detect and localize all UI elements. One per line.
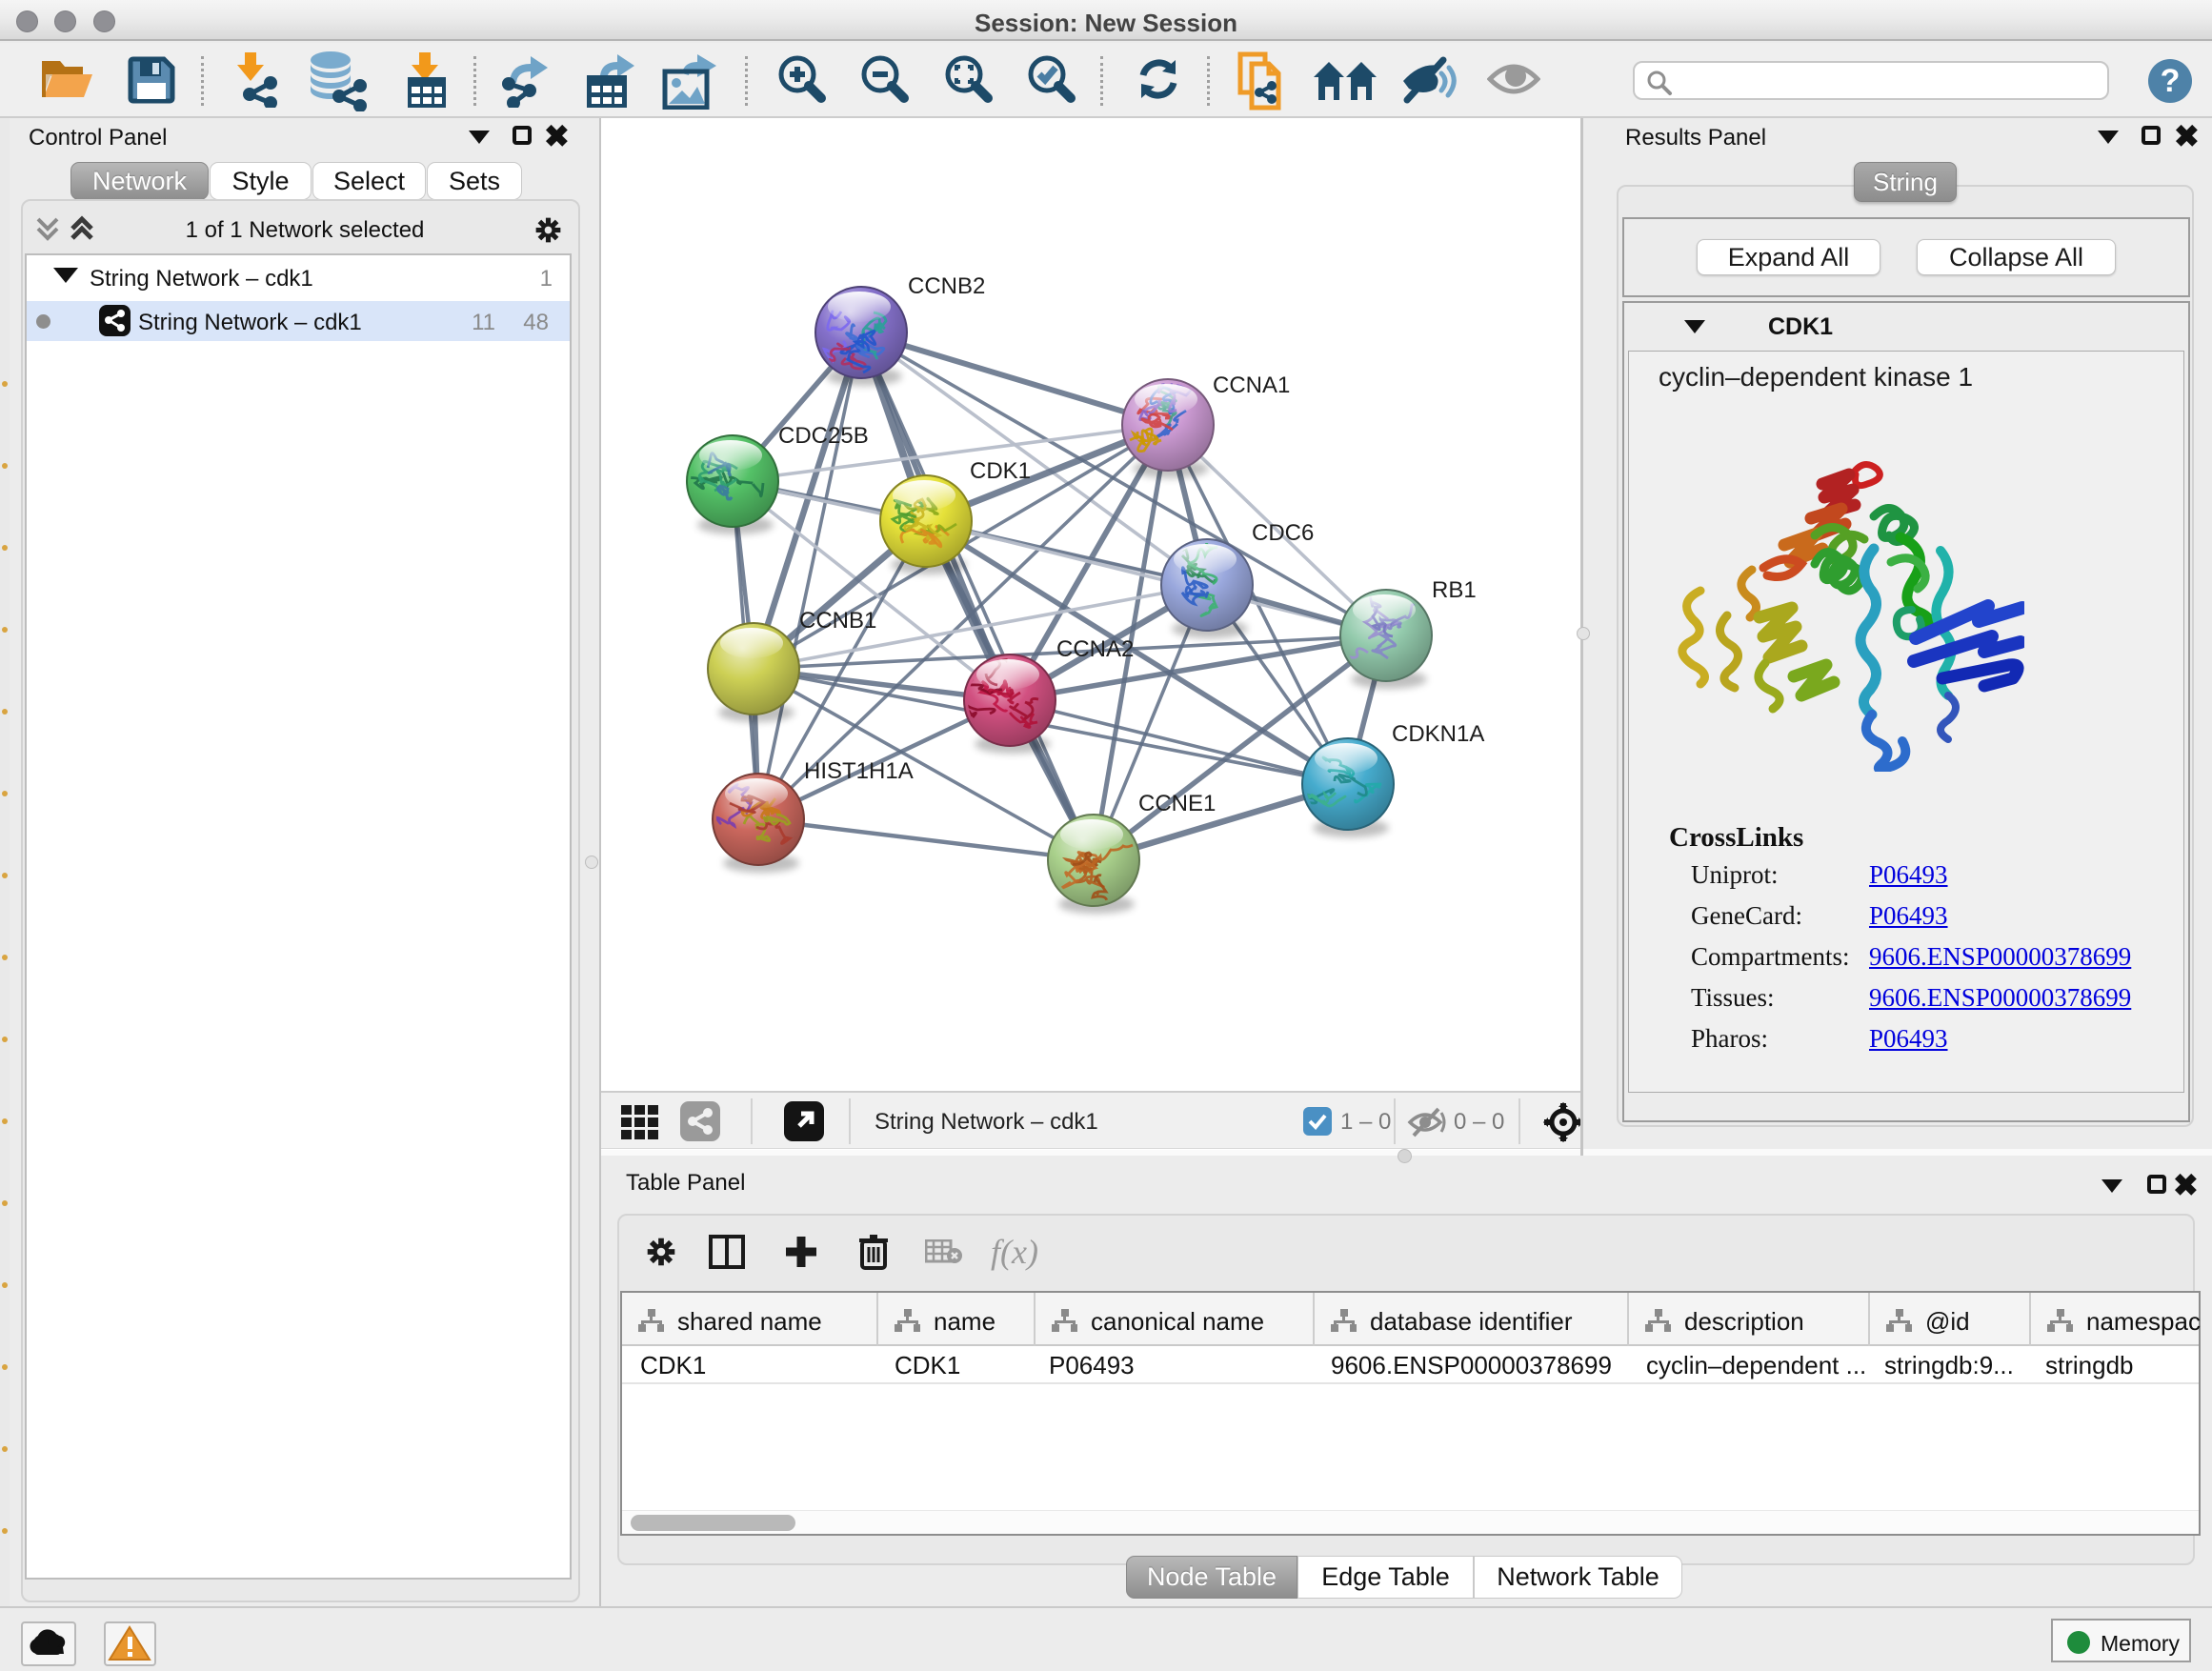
svg-text:CCNE1: CCNE1 [1138, 791, 1216, 816]
svg-text:CCNB1: CCNB1 [799, 608, 876, 634]
svg-text:CCNA1: CCNA1 [1213, 372, 1290, 398]
svg-text:CDKN1A: CDKN1A [1392, 721, 1484, 747]
svg-text:CDC6: CDC6 [1252, 520, 1314, 546]
svg-text:HIST1H1A: HIST1H1A [804, 758, 914, 784]
svg-text:CDK1: CDK1 [970, 458, 1031, 484]
svg-text:RB1: RB1 [1432, 577, 1477, 603]
svg-text:CCNA2: CCNA2 [1056, 636, 1134, 662]
svg-text:CCNB2: CCNB2 [908, 273, 985, 299]
svg-text:CDC25B: CDC25B [778, 423, 869, 449]
